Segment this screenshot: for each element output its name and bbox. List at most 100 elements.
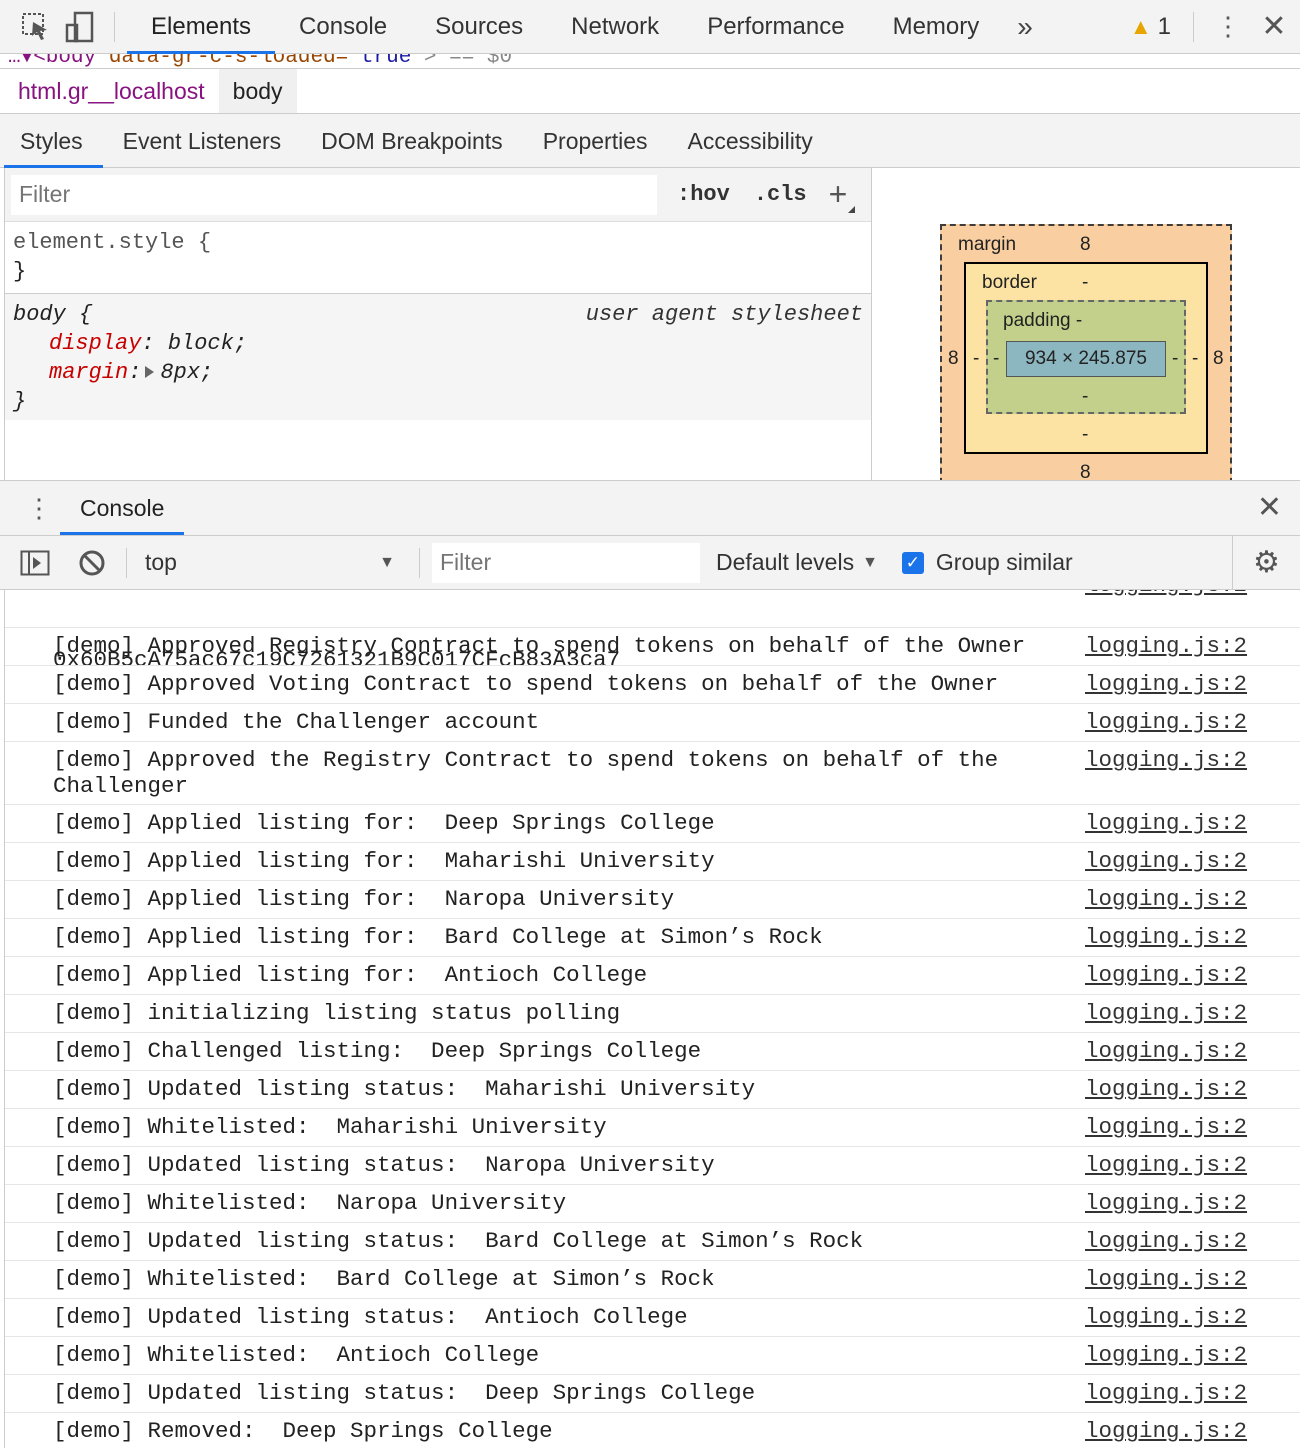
margin-bottom-value: 8 [1080,462,1091,480]
console-toolbar: top ▼ Default levels ▼ ✓ Group similar ⚙ [0,535,1300,590]
checkbox-checked-icon[interactable]: ✓ [901,551,924,574]
tab-event-listeners[interactable]: Event Listeners [103,114,302,168]
drawer-menu-icon[interactable]: ⋮ [26,493,52,524]
drawer-tab-console[interactable]: Console [60,481,185,535]
sidebar-toggle-icon[interactable] [20,550,50,576]
property-value: 8px; [160,360,214,385]
dom-tag: …▼<body [8,54,109,68]
expand-triangle-icon[interactable] [145,366,155,379]
console-source-link[interactable]: logging.js:2 [1085,1380,1247,1406]
inspect-element-icon[interactable] [14,0,58,54]
box-model-diagram: 934 × 245.875 margin 8 8 8 8 border - - … [872,168,1300,480]
css-property-display: display: block; [49,331,248,356]
console-source-link[interactable]: logging.js:2 [1085,1342,1247,1368]
console-settings-icon[interactable]: ⚙ [1232,535,1300,590]
console-source-link[interactable]: logging.js:2 [1085,1038,1247,1064]
element-style-selector: element.style { [13,230,212,255]
console-message: [demo] Updated listing status: Antioch C… [5,1299,1300,1337]
console-message-text: [demo] Updated listing status: Naropa Un… [53,1152,715,1178]
dom-attr-value: "true" [348,54,424,68]
close-icon[interactable]: ✕ [1248,9,1300,44]
console-source-link[interactable]: logging.js:2 [1085,1418,1247,1444]
styles-filter-input[interactable] [11,174,657,215]
console-source-link[interactable]: logging.js:2 [1085,962,1247,988]
tab-properties[interactable]: Properties [523,114,668,168]
dropdown-arrow-icon: ▼ [379,553,395,571]
console-source-link[interactable]: logging.js:2 [1085,1304,1247,1330]
console-message-text: [demo] Updated listing status: Deep Spri… [53,1380,756,1406]
console-source-link[interactable]: logging.js:2 [1085,1076,1247,1102]
toolbar-divider [126,547,127,578]
console-message-text: [demo] Updated listing status: Antioch C… [53,1304,688,1330]
close-drawer-icon[interactable]: ✕ [1257,490,1282,525]
console-source-link[interactable]: logging.js:2 [1085,848,1247,874]
tab-sources[interactable]: Sources [411,0,547,54]
console-source-link[interactable]: logging.js:2 [1085,810,1247,836]
clear-console-icon[interactable] [78,549,106,577]
console-message: [demo] Applied listing for: Antioch Coll… [5,957,1300,995]
property-name: display [49,331,142,356]
console-source-link[interactable]: logging.js:2 [1085,924,1247,950]
console-message-text: [demo] Whitelisted: Naropa University [53,1190,567,1216]
rule-close-brace: } [13,259,27,284]
class-toggle-button[interactable]: .cls [742,182,819,207]
panel-tabs: Elements Console Sources Network Perform… [127,0,1047,54]
dom-tree-line[interactable]: …▼<body data-gr-c-s-loaded="true"> == $0 [0,54,1300,68]
log-levels-label: Default levels [716,549,855,575]
breadcrumb-item-html[interactable]: html.gr__localhost [0,69,219,113]
border-top-value: - [1082,272,1089,293]
new-style-rule-icon[interactable]: + [819,176,858,213]
console-message: [demo] Funded the Challenger account logg… [5,704,1300,742]
log-levels-dropdown[interactable]: Default levels ▼ [716,549,878,576]
tab-dom-breakpoints[interactable]: DOM Breakpoints [301,114,523,168]
console-source-link[interactable]: logging.js:2 [1085,633,1247,659]
console-filter-input[interactable] [432,542,700,583]
console-message: [demo] Applied listing for: Maharishi Un… [5,843,1300,881]
console-messages: 0x60B5cA75ac67c19C7261321B9C017CFcB83A3c… [4,590,1300,1448]
console-message: [demo] initializing listing status polli… [5,995,1300,1033]
console-source-link[interactable]: logging.js:2 [1085,1152,1247,1178]
console-message: [demo] Whitelisted: Antioch College loggi… [5,1337,1300,1375]
console-source-link[interactable]: logging.js:2 [1085,1190,1247,1216]
warnings-counter[interactable]: ▲ 1 [1130,13,1179,41]
drawer-header: ⋮ Console ✕ [0,480,1300,536]
tab-accessibility[interactable]: Accessibility [668,114,833,168]
console-source-link[interactable]: logging.js:2 [1085,1114,1247,1140]
console-message: 0x60B5cA75ac67c19C7261321B9C017CFcB83A3c… [5,590,1300,673]
tab-performance[interactable]: Performance [683,0,868,54]
console-message: [demo] Removed: Deep Springs College logg… [5,1413,1300,1448]
margin-top-value: 8 [1080,234,1091,255]
margin-label: margin [958,234,1017,255]
console-message-text: [demo] Funded the Challenger account [53,709,540,735]
console-source-link[interactable]: logging.js:2 [1085,709,1247,735]
console-message: [demo] Updated listing status: Naropa Un… [5,1147,1300,1185]
tab-styles[interactable]: Styles [0,114,103,168]
console-source-link[interactable]: logging.js:2 [1085,671,1247,697]
customize-menu-icon[interactable]: ⋮ [1208,11,1248,42]
tab-elements[interactable]: Elements [127,0,276,54]
console-message: [demo] Applied listing for: Deep Springs… [5,805,1300,843]
console-message: [demo] Challenged listing: Deep Springs … [5,1033,1300,1071]
device-toolbar-icon[interactable] [58,0,102,54]
console-source-link[interactable]: logging.js:2 [1085,886,1247,912]
console-message-text: [demo] Whitelisted: Bard College at Simo… [53,1266,715,1292]
console-source-link[interactable]: logging.js:2 [1085,1266,1247,1292]
group-similar-toggle[interactable]: ✓ Group similar [901,549,1073,576]
margin-left-value: 8 [948,348,959,369]
more-tabs-button[interactable]: » [1003,0,1047,54]
tab-network[interactable]: Network [547,0,683,54]
padding-label: padding - [1003,310,1083,331]
hover-state-button[interactable]: :hov [665,182,742,207]
console-source-link[interactable]: logging.js:2 [1085,1000,1247,1026]
console-source-link[interactable]: logging.js:2 [1085,590,1247,598]
tab-console[interactable]: Console [275,0,411,54]
element-style-rule[interactable]: element.style { } [5,222,871,294]
tab-memory[interactable]: Memory [869,0,1004,54]
breadcrumb-item-body[interactable]: body [218,69,297,113]
console-source-link[interactable]: logging.js:2 [1085,747,1247,773]
box-model-content[interactable]: 934 × 245.875 [1006,341,1166,377]
margin-right-value: 8 [1213,348,1224,369]
context-selector[interactable]: top ▼ [135,549,411,576]
console-message-text: [demo] Approved Registry Contract to spe… [53,633,1026,659]
console-source-link[interactable]: logging.js:2 [1085,1228,1247,1254]
